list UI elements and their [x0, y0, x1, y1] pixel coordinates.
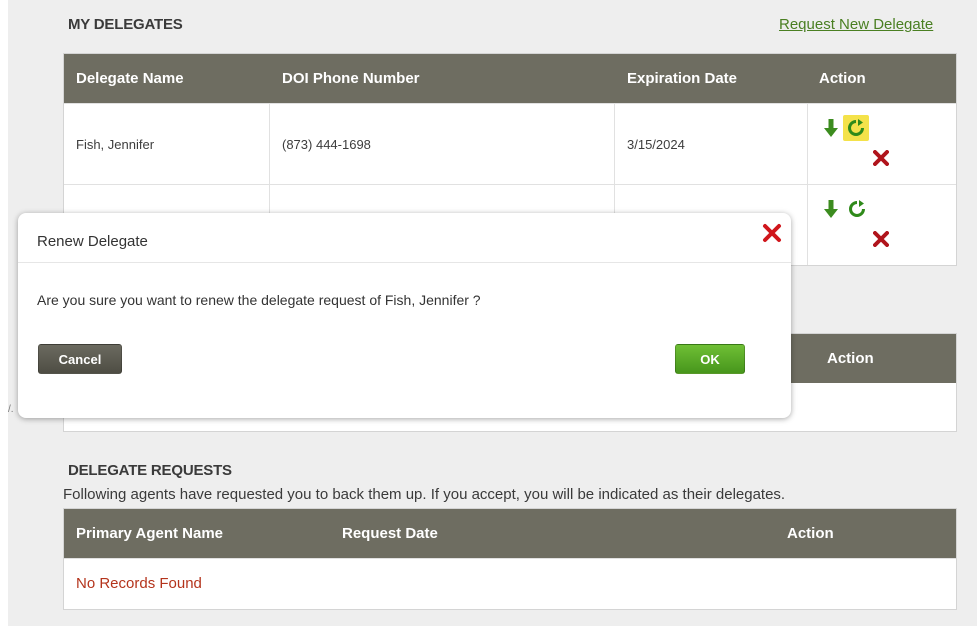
col-action: Action	[827, 350, 874, 367]
delegate-requests-description: Following agents have requested you to b…	[63, 486, 786, 503]
renew-icon[interactable]	[846, 198, 868, 220]
modal-divider	[18, 262, 791, 263]
delegate-requests-title: DELEGATE REQUESTS	[68, 462, 232, 479]
modal-title: Renew Delegate	[37, 233, 148, 250]
col-primary-agent-name: Primary Agent Name	[76, 525, 223, 542]
delegate-requests-table: Primary Agent Name Request Date Action N…	[63, 508, 957, 610]
renew-icon[interactable]	[843, 115, 869, 141]
col-delegate-name: Delegate Name	[76, 70, 184, 87]
page-left-margin	[0, 0, 8, 626]
down-arrow-icon[interactable]	[820, 198, 842, 220]
col-request-date: Request Date	[342, 525, 438, 542]
expiration-cell: 3/15/2024	[627, 137, 685, 152]
delegate-requests-header: Primary Agent Name Request Date Action	[64, 509, 956, 558]
down-arrow-icon[interactable]	[820, 117, 842, 139]
no-records-text: No Records Found	[76, 575, 202, 592]
delegate-name-cell: Fish, Jennifer	[76, 137, 155, 152]
ok-button[interactable]: OK	[675, 344, 745, 374]
table-row: Fish, Jennifer (873) 444-1698 3/15/2024	[64, 103, 956, 184]
table-row: No Records Found	[64, 558, 956, 609]
stray-text: /.	[8, 404, 14, 415]
close-x-icon[interactable]	[761, 222, 783, 244]
delete-x-icon[interactable]	[870, 228, 892, 250]
request-new-delegate-link[interactable]: Request New Delegate	[779, 16, 933, 33]
col-doi-phone: DOI Phone Number	[282, 70, 420, 87]
cancel-button[interactable]: Cancel	[38, 344, 122, 374]
modal-message: Are you sure you want to renew the deleg…	[37, 292, 481, 308]
phone-cell: (873) 444-1698	[282, 137, 371, 152]
my-delegates-title: MY DELEGATES	[68, 16, 183, 33]
col-expiration-date: Expiration Date	[627, 70, 738, 87]
my-delegates-header: Delegate Name DOI Phone Number Expiratio…	[64, 54, 956, 103]
col-action: Action	[787, 525, 834, 542]
delete-x-icon[interactable]	[870, 147, 892, 169]
renew-delegate-modal: Renew Delegate Are you sure you want to …	[18, 213, 791, 418]
col-action: Action	[819, 70, 866, 87]
